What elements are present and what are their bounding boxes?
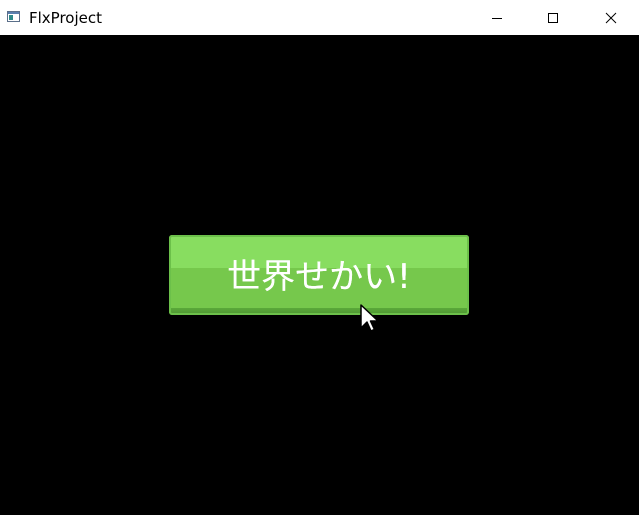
hello-world-button[interactable]: 世界せかい! [169, 235, 469, 315]
game-canvas[interactable]: 世界せかい! [0, 35, 639, 515]
maximize-button[interactable] [530, 0, 576, 35]
mouse-pointer-icon [360, 304, 379, 332]
window-title: FlxProject [29, 9, 102, 27]
minimize-icon [492, 17, 502, 19]
minimize-button[interactable] [474, 0, 520, 35]
hello-world-button-label: 世界せかい! [227, 257, 411, 297]
maximize-icon [548, 12, 558, 23]
close-icon [605, 12, 617, 23]
close-button[interactable] [588, 0, 634, 35]
app-window: FlxProject 世界せかい! [0, 0, 639, 515]
title-bar[interactable]: FlxProject [0, 0, 639, 35]
app-window-icon [7, 11, 20, 22]
